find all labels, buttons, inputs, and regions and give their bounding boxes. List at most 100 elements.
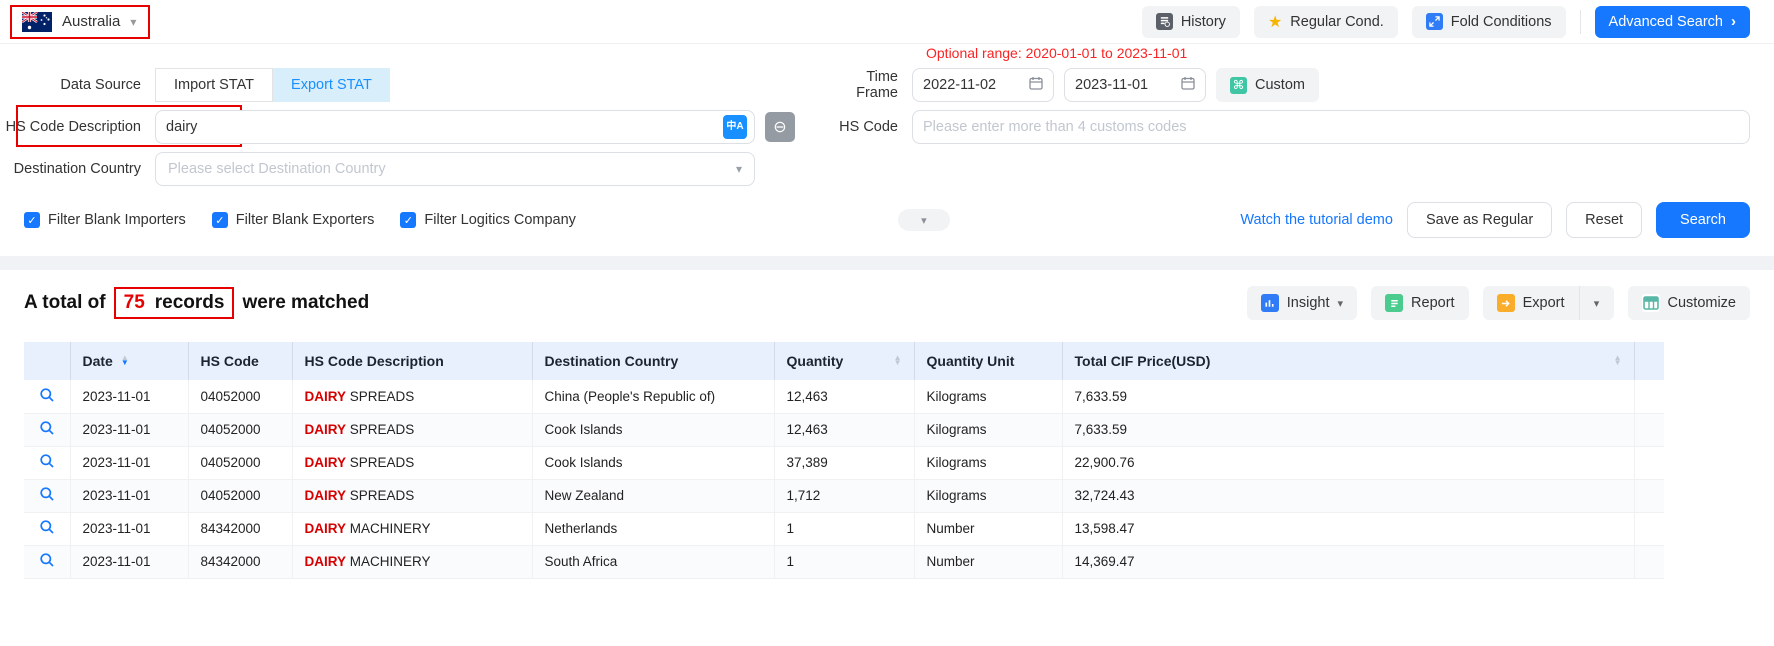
cell-date: 2023-11-01 [70, 545, 188, 578]
table-row[interactable]: 2023-11-01 84342000 DAIRY MACHINERY Sout… [24, 545, 1664, 578]
magnifier-icon[interactable] [39, 420, 55, 436]
data-source-label: Data Source [0, 77, 155, 93]
header-hs-code-description: HS Code Description [292, 342, 532, 380]
search-button[interactable]: Search [1656, 202, 1750, 238]
optional-range-note: Optional range: 2020-01-01 to 2023-11-01 [926, 45, 1187, 61]
table-header-row: Date ▲▼ HS Code HS Code Description Dest… [24, 342, 1664, 380]
topbar: Australia ▾ History ★ Regular Cond. Fold… [0, 0, 1774, 44]
filter-blank-exporters-checkbox[interactable]: ✓ Filter Blank Exporters [212, 212, 375, 228]
magnifier-icon[interactable] [39, 519, 55, 535]
cell-destination-country: China (People's Republic of) [532, 380, 774, 413]
customize-button[interactable]: Customize [1628, 286, 1751, 320]
destination-country-label: Destination Country [0, 161, 155, 177]
filter-logistics-company-checkbox[interactable]: ✓ Filter Logitics Company [400, 212, 576, 228]
history-icon [1156, 13, 1173, 30]
cell-description: DAIRY SPREADS [292, 380, 532, 413]
country-name: Australia [62, 13, 120, 30]
description-rest: SPREADS [346, 389, 414, 404]
save-as-regular-button[interactable]: Save as Regular [1407, 202, 1552, 238]
regular-cond-button[interactable]: ★ Regular Cond. [1254, 6, 1398, 38]
header-quantity[interactable]: Quantity ▲▼ [774, 342, 914, 380]
header-date[interactable]: Date ▲▼ [70, 342, 188, 380]
divider [1580, 10, 1581, 34]
header-total-cif-price[interactable]: Total CIF Price(USD) ▲▼ [1062, 342, 1634, 380]
cell-quantity-unit: Kilograms [914, 479, 1062, 512]
export-button-group: Export ▾ [1483, 286, 1614, 320]
header-destination-country: Destination Country [532, 342, 774, 380]
checkbox-checked-icon: ✓ [24, 212, 40, 228]
cell-hs-code: 04052000 [188, 479, 292, 512]
keyword-highlight: DAIRY [305, 521, 347, 536]
history-button[interactable]: History [1142, 6, 1240, 38]
cell-destination-country: Netherlands [532, 512, 774, 545]
checkbox-checked-icon: ✓ [400, 212, 416, 228]
table-row[interactable]: 2023-11-01 04052000 DAIRY SPREADS New Ze… [24, 479, 1664, 512]
table-row[interactable]: 2023-11-01 04052000 DAIRY SPREADS China … [24, 380, 1664, 413]
tab-export-stat[interactable]: Export STAT [273, 68, 390, 102]
section-separator [0, 256, 1774, 270]
collapse-conditions-button[interactable]: ▾ [898, 209, 950, 231]
insight-icon [1261, 294, 1279, 312]
translate-icon[interactable]: 中A [723, 115, 747, 139]
fold-conditions-button[interactable]: Fold Conditions [1412, 6, 1566, 38]
cell-price: 22,900.76 [1062, 446, 1634, 479]
advanced-search-button[interactable]: Advanced Search › [1595, 6, 1750, 38]
cell-destination-country: New Zealand [532, 479, 774, 512]
sort-icon-price[interactable]: ▲▼ [1614, 356, 1622, 366]
hs-code-input[interactable] [912, 110, 1750, 144]
cell-description: DAIRY MACHINERY [292, 512, 532, 545]
destination-country-select[interactable]: Please select Destination Country ▾ [155, 152, 755, 186]
header-hs-code: HS Code [188, 342, 292, 380]
insight-button[interactable]: Insight ▾ [1247, 286, 1357, 320]
calendar-icon [1029, 76, 1043, 94]
cell-destination-country: South Africa [532, 545, 774, 578]
cell-hs-code: 84342000 [188, 545, 292, 578]
keyword-highlight: DAIRY [305, 554, 347, 569]
tab-import-stat[interactable]: Import STAT [155, 68, 273, 102]
cell-quantity: 12,463 [774, 413, 914, 446]
customize-icon [1642, 294, 1660, 312]
cell-hs-code: 84342000 [188, 512, 292, 545]
cell-date: 2023-11-01 [70, 446, 188, 479]
cell-quantity-unit: Kilograms [914, 380, 1062, 413]
table-row[interactable]: 2023-11-01 84342000 DAIRY MACHINERY Neth… [24, 512, 1664, 545]
country-selector[interactable]: Australia ▾ [10, 5, 150, 39]
cell-hs-code: 04052000 [188, 380, 292, 413]
sort-icon-quantity[interactable]: ▲▼ [894, 356, 902, 366]
cell-description: DAIRY SPREADS [292, 479, 532, 512]
export-button[interactable]: Export [1483, 286, 1580, 320]
filter-blank-importers-checkbox[interactable]: ✓ Filter Blank Importers [24, 212, 186, 228]
exact-match-toggle[interactable]: ⊖ [765, 112, 795, 142]
data-source-tabs: Import STAT Export STAT [155, 68, 390, 102]
tutorial-demo-link[interactable]: Watch the tutorial demo [1240, 212, 1393, 228]
chevron-right-icon: › [1731, 13, 1736, 30]
keyword-highlight: DAIRY [305, 389, 347, 404]
reset-button[interactable]: Reset [1566, 202, 1642, 238]
magnifier-icon[interactable] [39, 453, 55, 469]
table-row[interactable]: 2023-11-01 04052000 DAIRY SPREADS Cook I… [24, 413, 1664, 446]
cell-quantity: 37,389 [774, 446, 914, 479]
table-row[interactable]: 2023-11-01 04052000 DAIRY SPREADS Cook I… [24, 446, 1664, 479]
keyword-highlight: DAIRY [305, 422, 347, 437]
start-date-input[interactable]: 2022-11-02 [912, 68, 1054, 102]
cell-quantity-unit: Kilograms [914, 446, 1062, 479]
cell-price: 7,633.59 [1062, 413, 1634, 446]
cell-hs-code: 04052000 [188, 446, 292, 479]
magnifier-icon[interactable] [39, 486, 55, 502]
end-date-input[interactable]: 2023-11-01 [1064, 68, 1206, 102]
cell-quantity: 1,712 [774, 479, 914, 512]
sort-icon-date[interactable]: ▲▼ [121, 356, 129, 366]
cell-quantity: 12,463 [774, 380, 914, 413]
calendar-icon [1181, 76, 1195, 94]
hs-code-description-label: HS Code Description [0, 119, 155, 135]
magnifier-icon[interactable] [39, 552, 55, 568]
search-form: Data Source Import STAT Export STAT Opti… [0, 44, 1774, 238]
fold-icon [1426, 13, 1443, 30]
custom-range-button[interactable]: ⌘ Custom [1216, 68, 1319, 102]
hs-code-description-input[interactable] [155, 110, 755, 144]
export-options-caret[interactable]: ▾ [1580, 286, 1614, 320]
results-summary: A total of 75 records were matched [24, 287, 369, 319]
cell-quantity: 1 [774, 545, 914, 578]
magnifier-icon[interactable] [39, 387, 55, 403]
report-button[interactable]: Report [1371, 286, 1469, 320]
